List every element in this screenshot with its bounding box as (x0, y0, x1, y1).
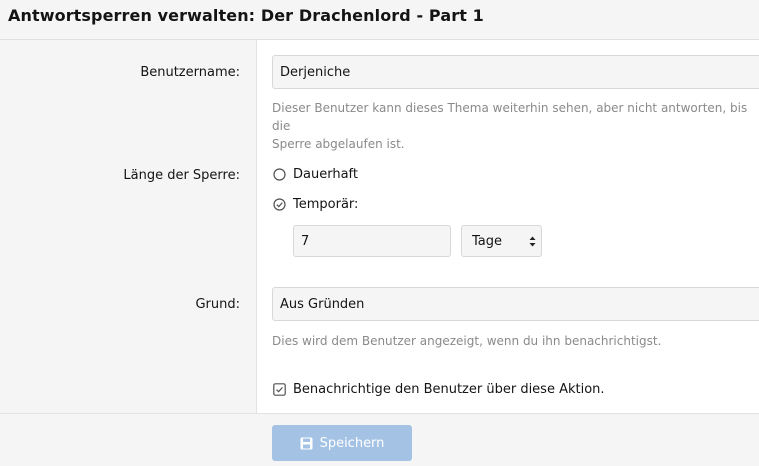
checkbox-checked-icon (272, 383, 286, 397)
save-button-label: Speichern (319, 435, 385, 451)
ban-amount-input[interactable]: 7 (293, 225, 451, 257)
select-arrows-icon (529, 236, 536, 247)
page-title: Antwortsperren verwalten: Der Drachenlor… (8, 6, 484, 25)
save-icon (300, 437, 313, 449)
notify-label: Benachrichtige den Benutzer über diese A… (293, 382, 605, 397)
save-button[interactable]: Speichern (272, 425, 412, 461)
username-hint-line-2: Sperre abgelaufen ist. (272, 137, 405, 151)
permanent-radio[interactable]: Dauerhaft (272, 167, 358, 182)
reason-input[interactable]: Aus Gründen (272, 287, 759, 321)
ban-length-label: Länge der Sperre: (123, 168, 240, 183)
username-label: Benutzername: (140, 65, 240, 80)
username-hint: Dieser Benutzer kann dieses Thema weiter… (272, 99, 759, 153)
ban-unit-value: Tage (472, 233, 503, 249)
reason-label: Grund: (195, 297, 240, 312)
dialog-header: Antwortsperren verwalten: Der Drachenlor… (0, 0, 759, 40)
radio-checked-icon (272, 198, 286, 212)
temporary-label: Temporär: (293, 197, 359, 212)
notify-checkbox[interactable]: Benachrichtige den Benutzer über diese A… (272, 382, 605, 397)
reason-value: Aus Gründen (280, 296, 365, 312)
form-footer: Speichern (0, 413, 759, 466)
ban-amount-value: 7 (301, 233, 310, 249)
radio-empty-icon (272, 168, 286, 182)
reason-hint: Dies wird dem Benutzer angezeigt, wenn d… (272, 334, 662, 348)
username-hint-line-1: Dieser Benutzer kann dieses Thema weiter… (272, 101, 748, 133)
ban-unit-select[interactable]: Tage (461, 225, 542, 257)
permanent-label: Dauerhaft (293, 167, 358, 182)
form-labels-column: Benutzername: Länge der Sperre: Grund: (0, 40, 257, 413)
username-input[interactable]: Derjeniche (272, 55, 759, 89)
temporary-radio[interactable]: Temporär: (272, 197, 358, 212)
username-value: Derjeniche (280, 64, 351, 80)
